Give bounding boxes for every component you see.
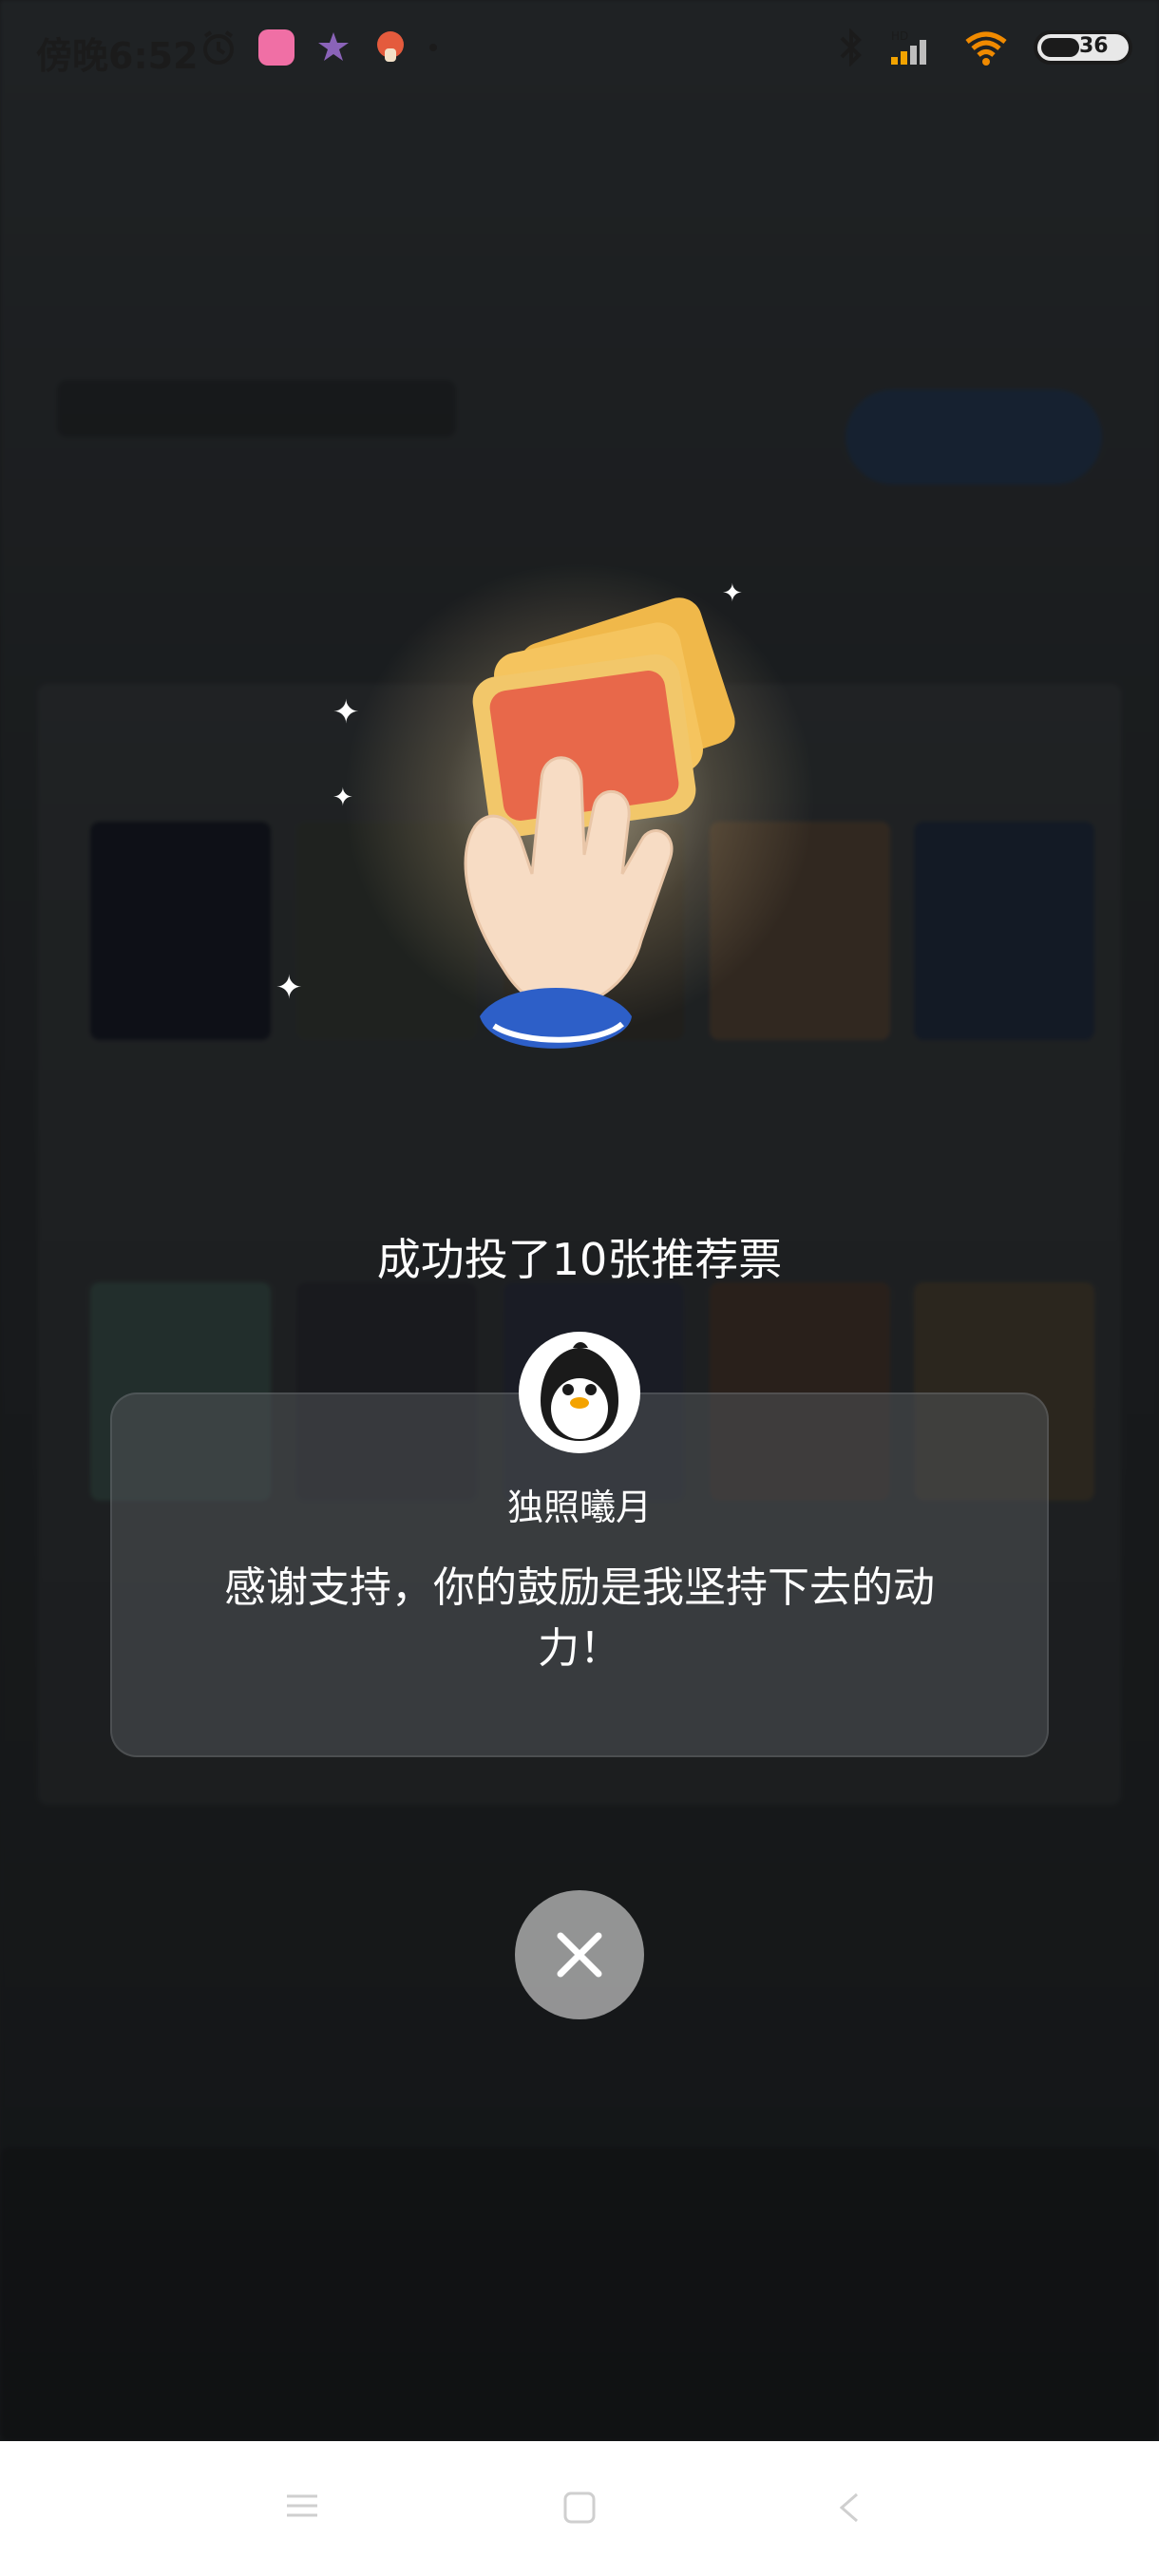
penguin-avatar-icon — [522, 1335, 637, 1450]
app-star-icon — [318, 32, 349, 61]
wifi-icon — [965, 31, 1007, 66]
hand-holding-tickets-icon — [464, 597, 735, 1049]
app-pink-icon — [258, 29, 294, 66]
modal-scrim[interactable] — [0, 0, 1159, 2441]
alarm-icon — [203, 30, 234, 65]
battery-level: 36 — [1079, 34, 1109, 58]
home-icon[interactable] — [562, 2491, 597, 2525]
status-left-icons — [200, 28, 437, 66]
app-mushroom-icon — [377, 31, 404, 62]
svg-text:HD: HD — [891, 29, 908, 43]
author-avatar — [519, 1332, 640, 1453]
thank-you-message: 感谢支持，你的鼓励是我坚持下去的动力！ — [224, 1563, 935, 1673]
dot-icon — [429, 44, 437, 51]
close-button[interactable] — [515, 1890, 644, 2019]
status-time: 傍晚6:52 — [36, 35, 199, 77]
dialog-title: 成功投了10张推荐票 — [376, 1234, 783, 1285]
vote-ticket-illustration: ✦ ✦ ✦ ✦ — [276, 532, 855, 1121]
system-nav-bar — [0, 2441, 1159, 2576]
bluetooth-icon — [840, 28, 862, 66]
battery-icon: 36 — [1034, 30, 1132, 65]
close-icon — [557, 1932, 602, 1978]
author-name: 独照曦月 — [506, 1487, 652, 1528]
menu-icon[interactable] — [285, 2491, 319, 2521]
status-right-icons: HD 36 — [838, 28, 1132, 66]
signal-hd-icon: HD — [891, 29, 926, 65]
back-icon[interactable] — [836, 2491, 863, 2525]
status-bar: 傍晚6:52 HD 36 — [0, 0, 1159, 104]
